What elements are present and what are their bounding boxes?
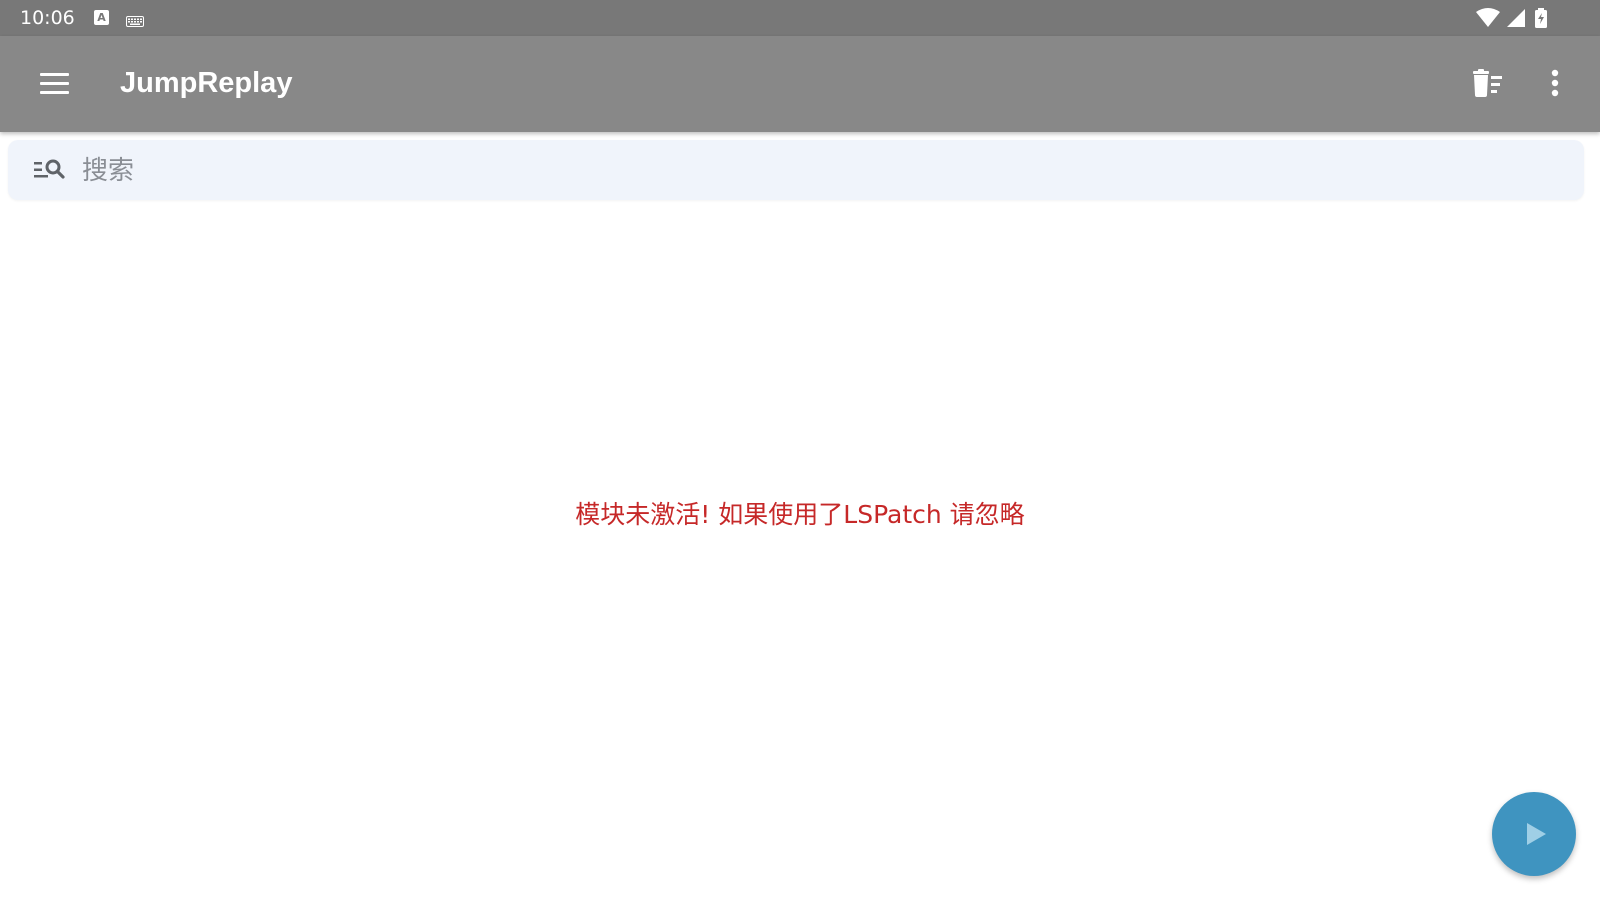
clear-all-button[interactable] — [1466, 62, 1510, 106]
status-right-icons — [1476, 8, 1586, 28]
status-time: 10:06 — [20, 7, 75, 29]
app-title: JumpReplay — [120, 67, 293, 99]
text-notification-icon: A — [94, 10, 109, 25]
more-options-button[interactable] — [1530, 62, 1574, 106]
search-list-icon — [34, 159, 65, 179]
app-bar: JumpReplay — [0, 36, 1600, 132]
search-bar — [8, 140, 1584, 200]
status-bar: 10:06 A — [0, 0, 1600, 36]
more-vert-icon — [1551, 69, 1559, 97]
clear-all-icon — [1473, 69, 1502, 97]
battery-charging-icon — [1535, 8, 1547, 28]
keyboard-icon — [126, 12, 144, 31]
play-icon — [1527, 823, 1546, 845]
app-screen: 10:06 A JumpReplay 搜索 模块未激活! 如果使用了LSPatc… — [0, 0, 1600, 900]
play-fab-button[interactable] — [1492, 792, 1576, 876]
signal-icon — [1507, 9, 1525, 27]
search-input[interactable] — [80, 150, 1564, 192]
menu-button[interactable] — [30, 62, 78, 106]
wifi-icon — [1476, 8, 1500, 27]
module-inactive-message: 模块未激活! 如果使用了LSPatch 请忽略 — [575, 500, 1025, 529]
